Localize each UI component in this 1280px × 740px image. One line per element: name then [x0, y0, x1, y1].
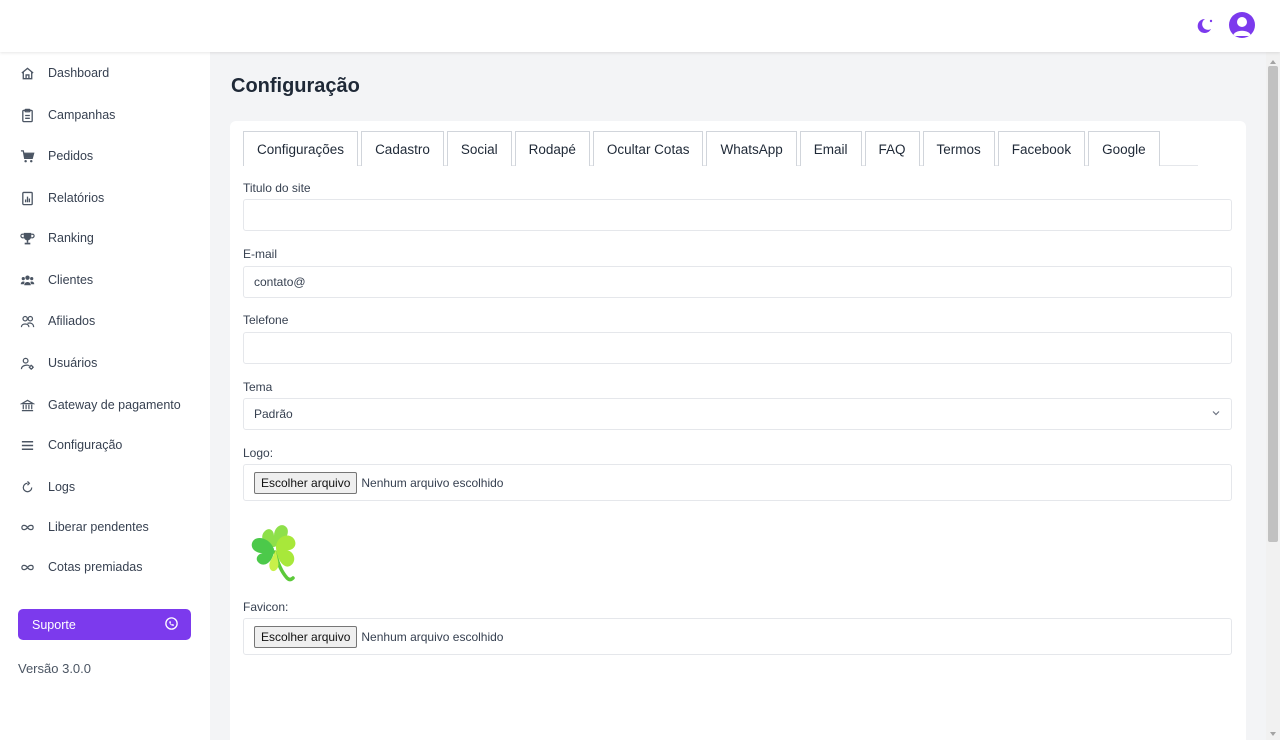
logo-label: Logo: [243, 446, 274, 460]
sidebar-item-liberar-pendentes[interactable]: Liberar pendentes [18, 516, 149, 538]
sidebar-item-gateway-de-pagamento[interactable]: Gateway de pagamento [18, 394, 181, 416]
phone-label: Telefone [243, 313, 289, 327]
logo-choose-file-button[interactable]: Escolher arquivo [254, 471, 358, 494]
logo-file-input: Escolher arquivo Nenhum arquivo escolhid… [243, 464, 1232, 501]
email-label: E-mail [243, 247, 278, 261]
favicon-choose-file-button[interactable]: Escolher arquivo [254, 625, 358, 648]
phone-input[interactable] [243, 332, 1232, 364]
tab-whatsapp[interactable]: WhatsApp [706, 131, 797, 166]
moon-icon[interactable] [1194, 16, 1214, 36]
users-icon [18, 271, 36, 289]
clover-logo-image [243, 514, 307, 584]
sidebar-item-afiliados[interactable]: Afiliados [18, 310, 95, 332]
infinity-icon [18, 558, 36, 576]
sidebar-item-relatorios[interactable]: Relatórios [18, 187, 104, 209]
tab-email[interactable]: Email [799, 131, 862, 166]
favicon-file-status: Nenhum arquivo escolhido [361, 629, 504, 644]
infinity-icon [18, 518, 36, 536]
sidebar-item-dashboard[interactable]: Dashboard [18, 62, 109, 84]
sidebar-item-label: Configuração [48, 438, 123, 452]
whatsapp-icon [164, 616, 179, 634]
sidebar-item-label: Relatórios [48, 191, 105, 205]
tab-social[interactable]: Social [446, 131, 512, 166]
sidebar-item-logs[interactable]: Logs [18, 476, 75, 498]
logo-file-status: Nenhum arquivo escolhido [361, 475, 504, 490]
tab-termos[interactable]: Termos [922, 131, 995, 166]
cart-icon [18, 147, 36, 165]
sidebar-item-usuarios[interactable]: Usuários [18, 352, 97, 374]
site-title-label: Titulo do site [243, 181, 311, 195]
theme-select[interactable]: Padrão [243, 398, 1232, 430]
favicon-file-input: Escolher arquivo Nenhum arquivo escolhid… [243, 618, 1232, 655]
tab-configuracoes[interactable]: Configurações [243, 131, 359, 166]
sidebar-item-campanhas[interactable]: Campanhas [18, 104, 115, 126]
sidebar-item-label: Pedidos [48, 149, 94, 163]
clipboard-icon [18, 106, 36, 124]
trophy-icon [18, 229, 36, 247]
tab-rodape[interactable]: Rodapé [514, 131, 590, 166]
refresh-icon [18, 478, 36, 496]
scrollbar-thumb[interactable] [1268, 66, 1278, 542]
sidebar-item-pedidos[interactable]: Pedidos [18, 145, 93, 167]
user-gear-icon [18, 354, 36, 372]
chevron-down-icon [1211, 407, 1221, 421]
tab-facebook[interactable]: Facebook [997, 131, 1086, 166]
scroll-down-arrow-icon[interactable] [1268, 726, 1278, 736]
sidebar-item-label: Usuários [48, 356, 98, 370]
tab-ocultar-cotas[interactable]: Ocultar Cotas [592, 131, 704, 166]
sidebar-item-label: Cotas premiadas [48, 560, 143, 574]
user-avatar-icon[interactable] [1229, 12, 1255, 38]
home-icon [18, 64, 36, 82]
sidebar: Dashboard Campanhas Pedidos Relatórios R… [0, 52, 210, 740]
sidebar-item-label: Campanhas [48, 108, 116, 122]
theme-select-value: Padrão [254, 407, 293, 421]
sidebar-item-label: Gateway de pagamento [48, 398, 181, 412]
sidebar-item-label: Liberar pendentes [48, 520, 149, 534]
sidebar-item-label: Clientes [48, 273, 94, 287]
sidebar-item-label: Logs [48, 480, 76, 494]
top-bar [0, 0, 1280, 52]
settings-tabs: Configurações Cadastro Social Rodapé Ocu… [243, 131, 1198, 166]
page-title: Configuração [231, 75, 360, 97]
sidebar-item-ranking[interactable]: Ranking [18, 227, 94, 249]
site-title-input[interactable] [243, 199, 1232, 231]
sidebar-item-cotas-premiadas[interactable]: Cotas premiadas [18, 556, 143, 578]
email-input[interactable] [243, 266, 1232, 298]
menu-lines-icon [18, 436, 36, 454]
support-button[interactable]: Suporte [18, 609, 191, 640]
sidebar-item-clientes[interactable]: Clientes [18, 269, 93, 291]
tab-cadastro[interactable]: Cadastro [361, 131, 444, 166]
sidebar-item-label: Dashboard [48, 66, 110, 80]
payment-gateway-icon [18, 396, 36, 414]
sidebar-item-label: Ranking [48, 231, 94, 245]
tab-faq[interactable]: FAQ [864, 131, 920, 166]
app-version: Versão 3.0.0 [18, 661, 91, 676]
support-button-label: Suporte [32, 617, 76, 632]
sidebar-item-configuracao[interactable]: Configuração [18, 434, 122, 456]
affiliates-icon [18, 312, 36, 330]
favicon-label: Favicon: [243, 600, 289, 614]
report-icon [18, 189, 36, 207]
sidebar-item-label: Afiliados [48, 314, 96, 328]
scroll-up-arrow-icon[interactable] [1268, 54, 1278, 64]
theme-label: Tema [243, 380, 273, 394]
tab-google[interactable]: Google [1088, 131, 1160, 166]
